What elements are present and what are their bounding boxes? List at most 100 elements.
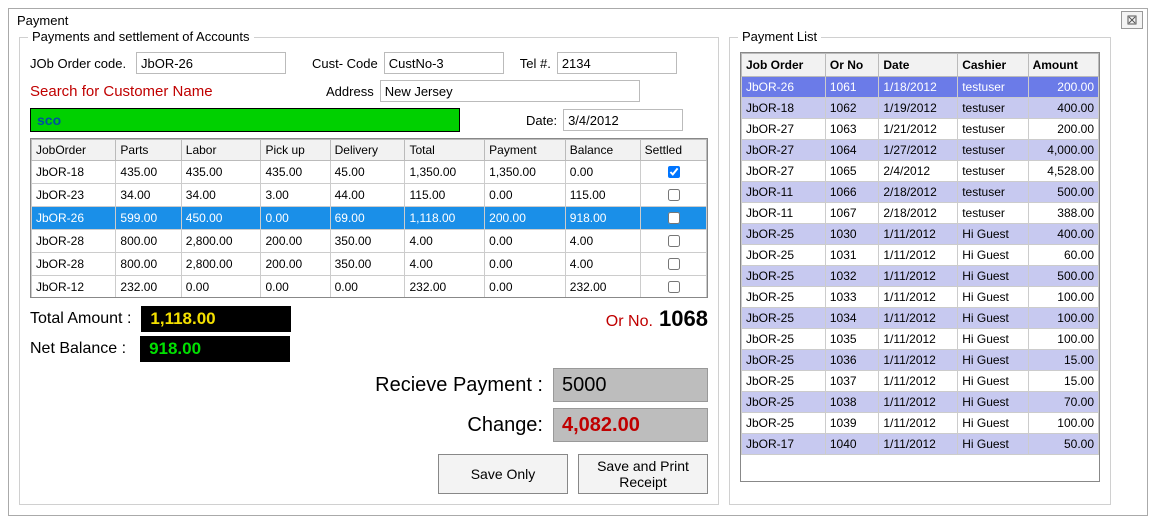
settled-cell — [640, 161, 706, 184]
or-no-label: Or No. — [606, 313, 653, 330]
receive-payment-field[interactable] — [553, 368, 708, 402]
grid-header[interactable]: Balance — [565, 140, 640, 161]
table-cell: 232.00 — [116, 276, 181, 299]
window-title: Payment — [17, 13, 68, 28]
job-order-code-label: JOb Order code. — [30, 56, 130, 71]
table-row[interactable]: JbOR-2334.0034.003.0044.00115.000.00115.… — [32, 184, 707, 207]
plist-cell: JbOR-25 — [742, 413, 826, 434]
receive-payment-label: Recieve Payment : — [375, 374, 543, 397]
table-cell: 0.00 — [485, 184, 566, 207]
tel-label: Tel #. — [520, 56, 551, 71]
plist-cell: 1/11/2012 — [879, 392, 958, 413]
plist-row[interactable]: JbOR-2710641/27/2012testuser4,000.00 — [742, 140, 1099, 161]
plist-header[interactable]: Or No — [825, 54, 879, 77]
table-cell: 0.00 — [261, 276, 330, 299]
plist-row[interactable]: JbOR-2510311/11/2012Hi Guest60.00 — [742, 245, 1099, 266]
plist-row[interactable]: JbOR-2510361/11/2012Hi Guest15.00 — [742, 350, 1099, 371]
plist-row[interactable]: JbOR-2510391/11/2012Hi Guest100.00 — [742, 413, 1099, 434]
settled-checkbox[interactable] — [668, 166, 680, 178]
payment-list-grid[interactable]: Job OrderOr NoDateCashierAmount JbOR-261… — [740, 52, 1100, 482]
plist-cell: testuser — [958, 98, 1028, 119]
plist-cell: 1065 — [825, 161, 879, 182]
grid-header[interactable]: Labor — [181, 140, 261, 161]
plist-cell: 1/27/2012 — [879, 140, 958, 161]
plist-row[interactable]: JbOR-2510381/11/2012Hi Guest70.00 — [742, 392, 1099, 413]
tel-field[interactable] — [557, 52, 677, 74]
plist-cell: JbOR-27 — [742, 140, 826, 161]
date-field[interactable] — [563, 109, 683, 131]
table-row[interactable]: JbOR-26599.00450.000.0069.001,118.00200.… — [32, 207, 707, 230]
plist-row[interactable]: JbOR-2510341/11/2012Hi Guest100.00 — [742, 308, 1099, 329]
grid-header[interactable]: Settled — [640, 140, 706, 161]
plist-row[interactable]: JbOR-1110672/18/2012testuser388.00 — [742, 203, 1099, 224]
plist-cell: 1/11/2012 — [879, 329, 958, 350]
plist-row[interactable]: JbOR-1810621/19/2012testuser400.00 — [742, 98, 1099, 119]
plist-cell: 4,000.00 — [1028, 140, 1098, 161]
settled-checkbox[interactable] — [668, 258, 680, 270]
plist-row[interactable]: JbOR-2610611/18/2012testuser200.00 — [742, 77, 1099, 98]
plist-row[interactable]: JbOR-2510321/11/2012Hi Guest500.00 — [742, 266, 1099, 287]
cust-code-label: Cust- Code — [312, 56, 378, 71]
plist-row[interactable]: JbOR-2510331/11/2012Hi Guest100.00 — [742, 287, 1099, 308]
plist-cell: JbOR-25 — [742, 392, 826, 413]
table-cell: 350.00 — [330, 253, 405, 276]
table-row[interactable]: JbOR-28800.002,800.00200.00350.004.000.0… — [32, 253, 707, 276]
grid-header[interactable]: Total — [405, 140, 485, 161]
plist-row[interactable]: JbOR-1110662/18/2012testuser500.00 — [742, 182, 1099, 203]
search-input[interactable] — [30, 108, 460, 132]
table-cell: 918.00 — [565, 207, 640, 230]
table-cell: 34.00 — [181, 184, 261, 207]
settlement-panel: Payments and settlement of Accounts JOb … — [19, 37, 719, 505]
settled-checkbox[interactable] — [668, 281, 680, 293]
plist-cell: JbOR-18 — [742, 98, 826, 119]
table-cell: 1,118.00 — [405, 207, 485, 230]
change-label: Change: — [467, 414, 543, 437]
plist-row[interactable]: JbOR-2710631/21/2012testuser200.00 — [742, 119, 1099, 140]
cust-code-field[interactable] — [384, 52, 504, 74]
settlement-panel-title: Payments and settlement of Accounts — [28, 29, 254, 44]
table-row[interactable]: JbOR-12232.000.000.000.00232.000.00232.0… — [32, 276, 707, 299]
table-row[interactable]: JbOR-18435.00435.00435.0045.001,350.001,… — [32, 161, 707, 184]
plist-cell: Hi Guest — [958, 392, 1028, 413]
plist-cell: 1/11/2012 — [879, 245, 958, 266]
plist-row[interactable]: JbOR-2510301/11/2012Hi Guest400.00 — [742, 224, 1099, 245]
grid-header[interactable]: Payment — [485, 140, 566, 161]
grid-header[interactable]: Pick up — [261, 140, 330, 161]
settled-checkbox[interactable] — [668, 212, 680, 224]
plist-cell: 1040 — [825, 434, 879, 455]
settlement-grid[interactable]: JobOrderPartsLaborPick upDeliveryTotalPa… — [30, 138, 708, 298]
plist-cell: 2/18/2012 — [879, 203, 958, 224]
grid-header[interactable]: Delivery — [330, 140, 405, 161]
settled-checkbox[interactable] — [668, 235, 680, 247]
plist-header[interactable]: Amount — [1028, 54, 1098, 77]
plist-header[interactable]: Date — [879, 54, 958, 77]
grid-header[interactable]: JobOrder — [32, 140, 116, 161]
save-print-button[interactable]: Save and Print Receipt — [578, 454, 708, 494]
plist-row[interactable]: JbOR-1710401/11/2012Hi Guest50.00 — [742, 434, 1099, 455]
address-field[interactable] — [380, 80, 640, 102]
plist-row[interactable]: JbOR-2510371/11/2012Hi Guest15.00 — [742, 371, 1099, 392]
table-row[interactable]: JbOR-28800.002,800.00200.00350.004.000.0… — [32, 230, 707, 253]
plist-cell: 500.00 — [1028, 182, 1098, 203]
total-amount-value: 1,118.00 — [141, 306, 291, 332]
plist-cell: JbOR-17 — [742, 434, 826, 455]
table-cell: 200.00 — [261, 230, 330, 253]
address-label: Address — [326, 84, 374, 99]
plist-cell: 60.00 — [1028, 245, 1098, 266]
table-cell: 0.00 — [330, 276, 405, 299]
save-only-button[interactable]: Save Only — [438, 454, 568, 494]
plist-cell: 1/21/2012 — [879, 119, 958, 140]
plist-cell: testuser — [958, 77, 1028, 98]
table-cell: 2,800.00 — [181, 253, 261, 276]
plist-row[interactable]: JbOR-2510351/11/2012Hi Guest100.00 — [742, 329, 1099, 350]
table-cell: 1,350.00 — [405, 161, 485, 184]
table-cell: 34.00 — [116, 184, 181, 207]
settled-cell — [640, 230, 706, 253]
grid-header[interactable]: Parts — [116, 140, 181, 161]
settled-checkbox[interactable] — [668, 189, 680, 201]
plist-header[interactable]: Job Order — [742, 54, 826, 77]
plist-header[interactable]: Cashier — [958, 54, 1028, 77]
close-button[interactable] — [1121, 11, 1143, 29]
plist-row[interactable]: JbOR-2710652/4/2012testuser4,528.00 — [742, 161, 1099, 182]
job-order-code-field[interactable] — [136, 52, 286, 74]
